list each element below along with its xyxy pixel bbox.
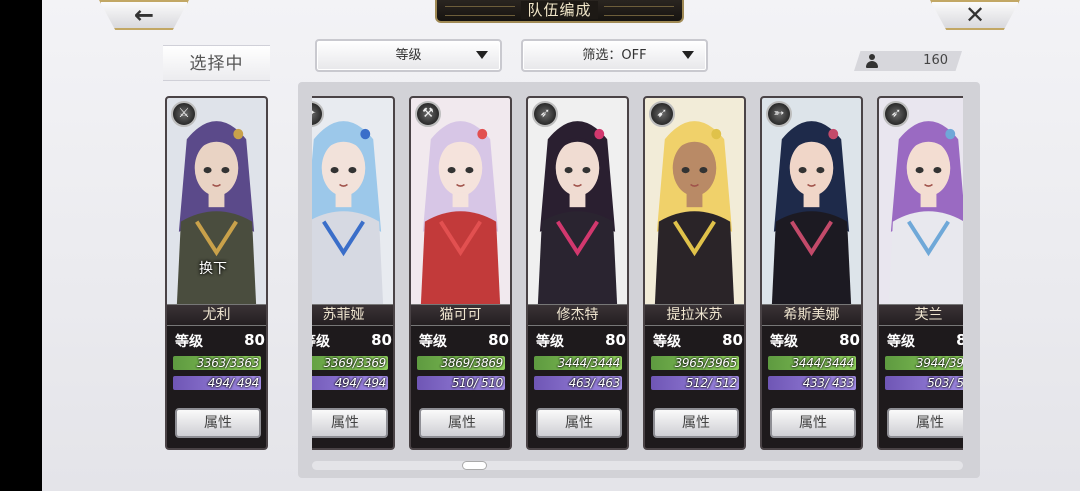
character-portrait [762, 98, 861, 304]
attributes-button[interactable]: 属性 [770, 408, 856, 438]
attributes-button[interactable]: 属性 [419, 408, 505, 438]
sort-dropdown[interactable]: 等级 [315, 39, 502, 72]
filter-value: 筛选：OFF [582, 48, 647, 63]
filter-dropdown[interactable]: 筛选：OFF [521, 39, 708, 72]
character-name: 猫可可 [411, 304, 510, 326]
hp-bar: 3363/3363 [173, 356, 261, 370]
level-row: 等级 80 [768, 331, 860, 351]
page-title: 队伍编成 [435, 0, 684, 23]
arrow-left-icon: ← [133, 1, 155, 29]
level-label: 等级 [653, 334, 681, 350]
level-value: 80 [839, 331, 860, 349]
selected-label: 选择中 [163, 45, 270, 81]
mp-bar: 494/ 494 [312, 376, 388, 390]
character-portrait [312, 98, 393, 304]
level-value: 80 [605, 331, 626, 349]
level-value: 80 [244, 331, 265, 349]
level-row: 等级 80 [417, 331, 509, 351]
character-portrait [411, 98, 510, 304]
level-row: 等级 80 [651, 331, 743, 351]
hp-bar: 3965/3965 [651, 356, 739, 370]
character-portrait [528, 98, 627, 304]
character-name: 尤利 [167, 304, 266, 326]
spear-icon: ➶ [883, 101, 909, 127]
caret-down-icon [682, 51, 694, 59]
level-label: 等级 [887, 334, 915, 350]
hp-bar: 3444/3444 [534, 356, 622, 370]
person-icon [866, 54, 878, 68]
mp-bar: 510/ 510 [417, 376, 505, 390]
level-row: 等级 80 [885, 331, 963, 351]
roster-card[interactable]: ⚒ 猫可可 等级 80 3869/3869 510/ 510 属性 [409, 96, 512, 450]
level-label: 等级 [419, 334, 447, 350]
level-label: 等级 [536, 334, 564, 350]
character-name: 希斯美娜 [762, 304, 861, 326]
roster-card[interactable]: ➳ 希斯美娜 等级 80 3444/3444 433/ 433 属性 [760, 96, 863, 450]
attributes-button[interactable]: 属性 [312, 408, 388, 438]
axe-icon: ⚒ [415, 101, 441, 127]
scroll-thumb[interactable] [462, 461, 487, 470]
sword-icon: ⚔ [171, 101, 197, 127]
level-label: 等级 [175, 334, 203, 350]
attributes-button[interactable]: 属性 [653, 408, 739, 438]
roster-card[interactable]: ✦ 苏菲娅 等级 80 3369/3369 494/ 494 属性 [312, 96, 395, 450]
back-button[interactable]: ← [99, 0, 189, 30]
mp-bar: 503/ 50 [885, 376, 963, 390]
attributes-button[interactable]: 属性 [175, 408, 261, 438]
game-screen: ← 队伍编成 ✕ 选择中 等级 筛选：OFF 160 ⚔ 换下 尤利 等级 80… [42, 0, 1080, 491]
mp-bar: 494/ 494 [173, 376, 261, 390]
mp-bar: 433/ 433 [768, 376, 856, 390]
level-value: 80 [722, 331, 743, 349]
attributes-button[interactable]: 属性 [887, 408, 963, 438]
hp-bar: 3369/3369 [312, 356, 388, 370]
level-value: 80 [371, 331, 392, 349]
mp-bar: 463/ 463 [534, 376, 622, 390]
level-label: 等级 [770, 334, 798, 350]
level-value: 80 [488, 331, 509, 349]
close-button[interactable]: ✕ [930, 0, 1020, 30]
roster-list[interactable]: ✦ 苏菲娅 等级 80 3369/3369 494/ 494 属性 ⚒ 猫可可 … [312, 96, 963, 452]
level-value: 80 [956, 331, 963, 349]
hp-bar: 3944/394 [885, 356, 963, 370]
roster-card[interactable]: ➹ 提拉米苏 等级 80 3965/3965 512/ 512 属性 [643, 96, 746, 450]
character-name: 苏菲娅 [312, 304, 393, 326]
hp-bar: 3869/3869 [417, 356, 505, 370]
character-name: 提拉米苏 [645, 304, 744, 326]
level-row: 等级 80 [312, 331, 392, 351]
roster-scrollbar[interactable] [312, 461, 963, 470]
roster-card[interactable]: ➶ 芙兰 等级 80 3944/394 503/ 50 属性 [877, 96, 963, 450]
level-row: 等级 80 [534, 331, 626, 351]
character-count: 160 [854, 51, 962, 71]
lance-icon: ➹ [649, 101, 675, 127]
character-portrait [879, 98, 963, 304]
swap-label: 换下 [199, 261, 227, 277]
sort-value: 等级 [395, 48, 422, 63]
character-portrait [645, 98, 744, 304]
level-label: 等级 [312, 334, 330, 350]
hp-bar: 3444/3444 [768, 356, 856, 370]
character-name: 修杰特 [528, 304, 627, 326]
selected-character-card[interactable]: ⚔ 换下 尤利 等级 80 3363/3363 494/ 494 属性 [165, 96, 268, 450]
close-icon: ✕ [964, 1, 986, 29]
level-row: 等级 80 [173, 331, 265, 351]
spear-icon: ➶ [532, 101, 558, 127]
attributes-button[interactable]: 属性 [536, 408, 622, 438]
mp-bar: 512/ 512 [651, 376, 739, 390]
character-name: 芙兰 [879, 304, 963, 326]
bow-icon: ➳ [766, 101, 792, 127]
caret-down-icon [476, 51, 488, 59]
roster-card[interactable]: ➶ 修杰特 等级 80 3444/3444 463/ 463 属性 [526, 96, 629, 450]
